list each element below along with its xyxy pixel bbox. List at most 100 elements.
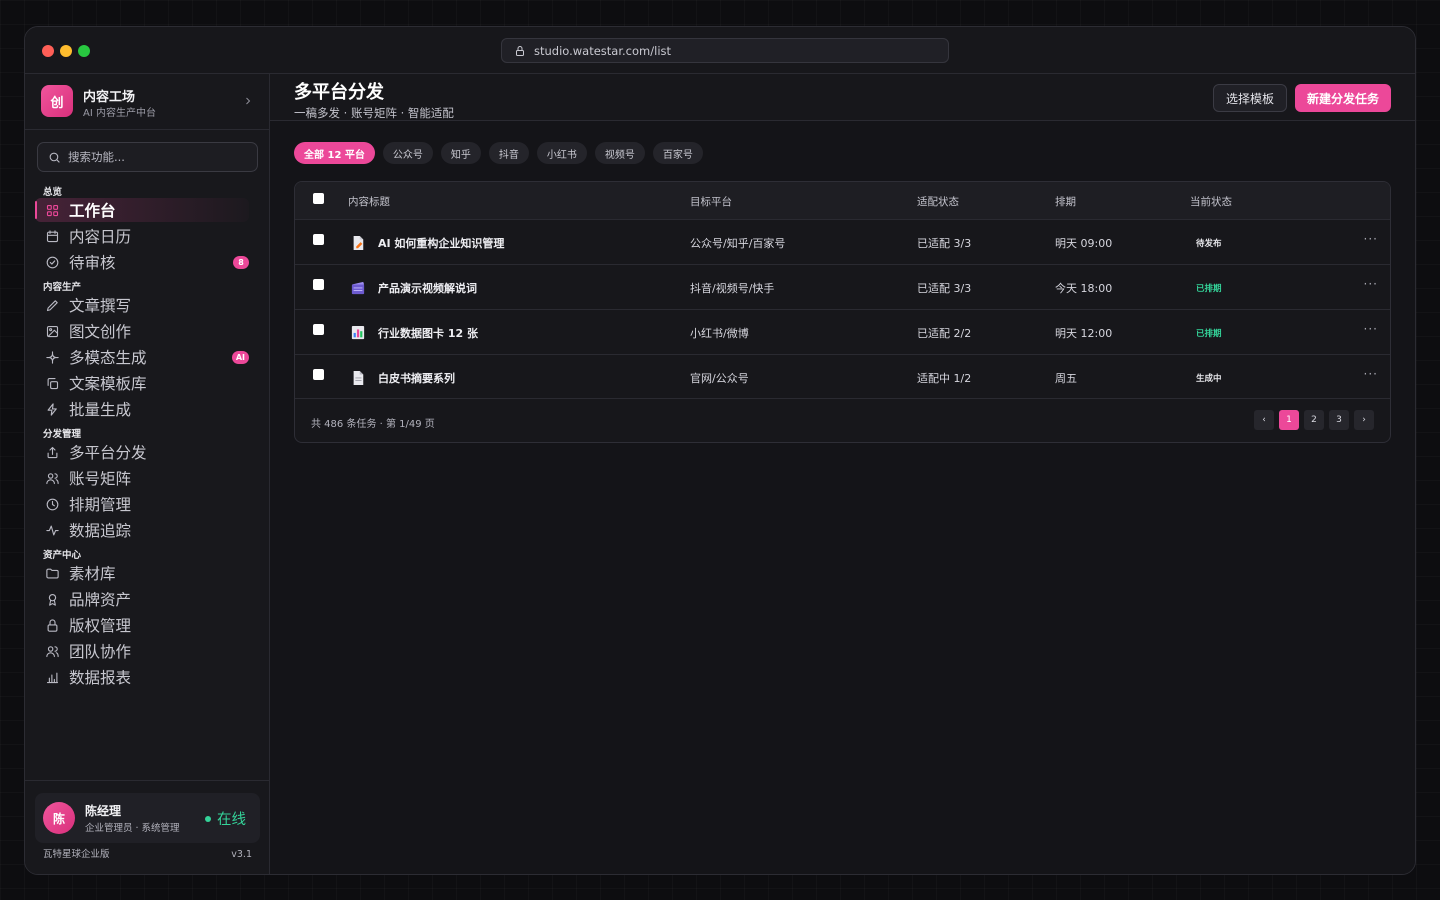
- sidebar-item-label: 多平台分发: [69, 444, 147, 462]
- page-button[interactable]: 2: [1304, 410, 1324, 430]
- sidebar-item[interactable]: 工作台: [35, 198, 249, 222]
- more-actions-icon[interactable]: ···: [1364, 232, 1378, 246]
- bar-chart-icon: [46, 672, 59, 683]
- column-header-schedule[interactable]: 排期: [1055, 194, 1076, 209]
- sidebar-item-label: 文案模板库: [69, 375, 147, 393]
- nav-group-label: 内容生产: [43, 282, 82, 293]
- sidebar-item[interactable]: 多模态生成 AI: [35, 345, 249, 369]
- sidebar-item-label: 数据报表: [69, 669, 132, 687]
- status-badge: 已排期: [1196, 284, 1222, 294]
- filter-chip[interactable]: 抖音: [488, 142, 529, 164]
- check-circle-icon: [46, 256, 59, 268]
- sidebar-item[interactable]: 素材库: [35, 561, 249, 585]
- new-distribution-task-button[interactable]: 新建分发任务: [1295, 84, 1391, 112]
- filter-chip[interactable]: 小红书: [536, 142, 587, 164]
- row-checkbox[interactable]: [313, 279, 324, 290]
- sidebar-item[interactable]: 文章撰写: [35, 293, 249, 317]
- nav-group-label: 总览: [43, 187, 63, 198]
- row-platforms: 小红书/微博: [690, 327, 749, 340]
- sidebar-item-label: 品牌资产: [69, 591, 132, 609]
- row-title[interactable]: AI 如何重构企业知识管理: [378, 235, 504, 251]
- filter-chip[interactable]: 视频号: [594, 142, 645, 164]
- filter-chip[interactable]: 公众号: [382, 142, 433, 164]
- table-row[interactable]: AI 如何重构企业知识管理 公众号/知乎/百家号 已适配 3/3 明天 09:00 待发…: [295, 219, 1390, 264]
- users-icon: [46, 472, 59, 484]
- page-title: 多平台分发: [294, 82, 384, 103]
- row-title[interactable]: 产品演示视频解说词: [378, 280, 477, 296]
- sidebar-item[interactable]: 数据追踪: [35, 518, 249, 542]
- row-platforms: 公众号/知乎/百家号: [690, 237, 786, 250]
- more-actions-icon[interactable]: ···: [1364, 322, 1378, 336]
- column-header-status[interactable]: 当前状态: [1190, 194, 1232, 209]
- table-row[interactable]: 白皮书摘要系列 官网/公众号 适配中 1/2 周五 生成中 ···: [295, 354, 1390, 399]
- minimize-window-button[interactable]: [60, 45, 72, 57]
- more-actions-icon[interactable]: ···: [1364, 277, 1378, 291]
- folder-icon: [46, 568, 59, 578]
- user-card[interactable]: 陈 陈经理 企业管理员 · 系统管理 在线: [35, 793, 260, 843]
- sidebar-item[interactable]: 批量生成: [35, 397, 249, 421]
- sidebar-item[interactable]: 待审核 8: [35, 250, 249, 274]
- sidebar-footer: 陈 陈经理 企业管理员 · 系统管理 在线 瓦特星球企业版 v3.1: [25, 780, 270, 874]
- row-schedule: 周五: [1055, 372, 1077, 385]
- column-header-title[interactable]: 内容标题: [348, 194, 390, 209]
- brand-logo: 创: [41, 85, 73, 117]
- title-bar: studio.watestar.com/list: [25, 27, 1415, 74]
- sidebar-item[interactable]: 版权管理: [35, 613, 249, 637]
- image-icon: [46, 325, 59, 337]
- brand-switcher[interactable]: 创 内容工场 AI 内容生产中台: [25, 74, 270, 130]
- pen-icon: [46, 299, 58, 311]
- page-header: 多平台分发 一稿多发 · 账号矩阵 · 智能适配 选择模板 新建分发任务: [270, 74, 1415, 121]
- nav-group-label: 分发管理: [43, 429, 82, 440]
- sidebar-item[interactable]: 品牌资产: [35, 587, 249, 611]
- award-icon: [48, 593, 57, 606]
- maximize-window-button[interactable]: [78, 45, 90, 57]
- table-row[interactable]: 行业数据图卡 12 张 小红书/微博 已适配 2/2 明天 12:00 已排期 ···: [295, 309, 1390, 354]
- filter-chip[interactable]: 全部 12 平台: [294, 142, 375, 164]
- online-status: 在线: [205, 808, 246, 829]
- row-checkbox[interactable]: [313, 324, 324, 335]
- filter-chip[interactable]: 知乎: [440, 142, 481, 164]
- sidebar-item[interactable]: 账号矩阵: [35, 466, 249, 490]
- sidebar-item[interactable]: 文案模板库: [35, 371, 249, 395]
- more-actions-icon[interactable]: ···: [1364, 367, 1378, 381]
- page-button[interactable]: 3: [1329, 410, 1349, 430]
- sidebar-item-label: 数据追踪: [69, 522, 132, 540]
- grid-icon: [46, 204, 59, 216]
- select-all-checkbox[interactable]: [313, 193, 324, 204]
- address-bar[interactable]: studio.watestar.com/list: [501, 38, 949, 63]
- page-button[interactable]: 1: [1279, 410, 1299, 430]
- sidebar-item-label: 图文创作: [69, 323, 132, 341]
- row-title[interactable]: 行业数据图卡 12 张: [378, 325, 478, 341]
- document-pen-icon: [353, 235, 364, 250]
- next-page-button[interactable]: ›: [1354, 410, 1374, 430]
- sidebar-item[interactable]: 数据报表: [35, 665, 249, 689]
- row-checkbox[interactable]: [313, 369, 324, 380]
- table-row[interactable]: 产品演示视频解说词 抖音/视频号/快手 已适配 3/3 今天 18:00 已排期 ···: [295, 264, 1390, 309]
- row-schedule: 明天 09:00: [1055, 237, 1113, 250]
- search-input[interactable]: 搜索功能...: [37, 142, 258, 172]
- prev-page-button[interactable]: ‹: [1254, 410, 1274, 430]
- row-checkbox[interactable]: [313, 234, 324, 245]
- sidebar-item-label: 多模态生成: [69, 349, 147, 367]
- main-content: 多平台分发 一稿多发 · 账号矩阵 · 智能适配 选择模板 新建分发任务 全部 …: [270, 74, 1415, 874]
- filter-chip[interactable]: 百家号: [652, 142, 703, 164]
- document-icon: [353, 370, 364, 385]
- online-status-label: 在线: [217, 812, 246, 828]
- row-title[interactable]: 白皮书摘要系列: [378, 370, 455, 386]
- calendar-icon: [46, 229, 59, 242]
- sidebar-item[interactable]: 内容日历: [35, 224, 249, 248]
- row-schedule: 明天 12:00: [1055, 327, 1113, 340]
- clock-icon: [46, 498, 59, 510]
- sidebar-item[interactable]: 团队协作: [35, 639, 249, 663]
- row-adapt-status: 已适配 3/3: [917, 237, 972, 250]
- select-template-button[interactable]: 选择模板: [1213, 84, 1287, 112]
- sidebar-item[interactable]: 多平台分发: [35, 440, 249, 464]
- bolt-icon: [47, 402, 57, 416]
- sidebar-item[interactable]: 图文创作: [35, 319, 249, 343]
- url-text: studio.watestar.com/list: [534, 43, 672, 58]
- sidebar-item[interactable]: 排期管理: [35, 492, 249, 516]
- sidebar-item-label: 批量生成: [69, 401, 132, 419]
- close-window-button[interactable]: [42, 45, 54, 57]
- column-header-adapt[interactable]: 适配状态: [917, 194, 959, 209]
- column-header-platforms[interactable]: 目标平台: [690, 194, 732, 209]
